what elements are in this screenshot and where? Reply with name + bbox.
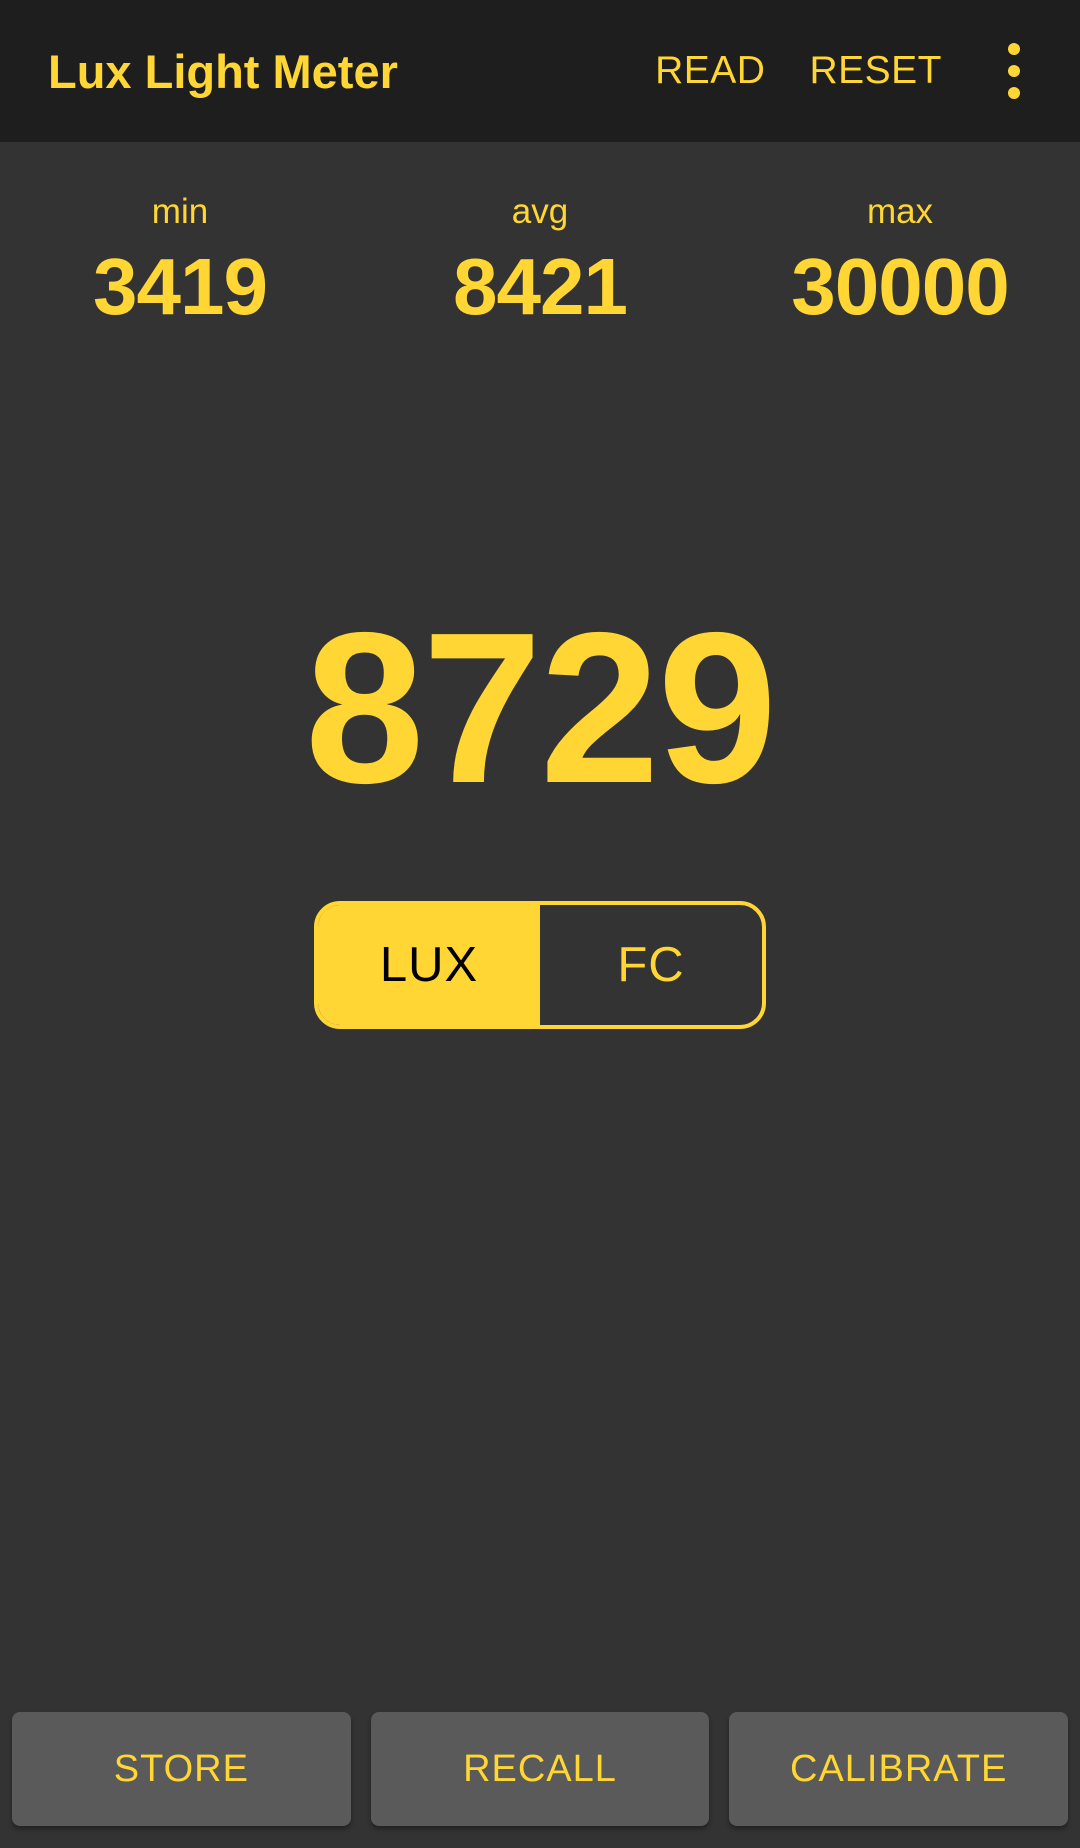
calibrate-button[interactable]: CALIBRATE	[729, 1712, 1069, 1826]
stat-label: avg	[511, 192, 569, 231]
unit-toggle[interactable]: LUX FC	[314, 901, 766, 1029]
unit-toggle-lux[interactable]: LUX	[318, 905, 540, 1025]
stats-row: min 3419 avg 8421 max 30000	[0, 142, 1080, 327]
stat-label: max	[866, 192, 934, 231]
store-button[interactable]: STORE	[12, 1712, 351, 1826]
reset-button[interactable]: RESET	[787, 35, 964, 107]
stat-value: 30000	[791, 242, 1009, 331]
stat-label: min	[151, 192, 209, 231]
lux-reading-value: 8729	[304, 587, 777, 828]
stat-value: 8421	[453, 242, 628, 331]
app-bar: Lux Light Meter READ RESET	[0, 0, 1080, 142]
bottom-action-bar: STORE RECALL CALIBRATE	[0, 1690, 1080, 1848]
more-vert-icon[interactable]	[976, 28, 1052, 114]
overflow-dot	[1008, 87, 1020, 99]
page-title: Lux Light Meter	[48, 44, 398, 98]
read-button[interactable]: READ	[633, 35, 787, 107]
recall-button[interactable]: RECALL	[370, 1712, 710, 1826]
stat-min: min 3419	[0, 194, 360, 327]
unit-toggle-fc[interactable]: FC	[540, 905, 762, 1025]
stat-avg: avg 8421	[360, 194, 720, 327]
main-reading-section: 8729 LUX FC	[0, 600, 1080, 1029]
stat-max: max 30000	[720, 194, 1080, 327]
overflow-dot	[1008, 65, 1020, 77]
app-bar-actions: READ RESET	[633, 28, 1052, 114]
stat-value: 3419	[93, 242, 268, 331]
overflow-dot	[1008, 43, 1020, 55]
